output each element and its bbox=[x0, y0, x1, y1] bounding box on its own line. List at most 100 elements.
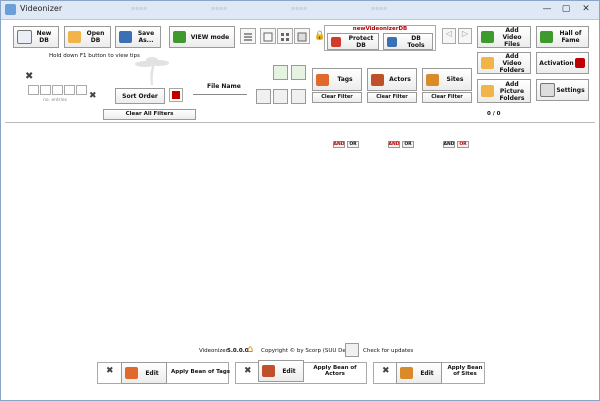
new-db-button[interactable]: New DB bbox=[13, 26, 59, 48]
clear-all-filters-button[interactable]: Clear All Filters bbox=[103, 109, 196, 120]
tags-filter-button[interactable]: Tags bbox=[312, 68, 362, 91]
thumbnail-size-small-button[interactable] bbox=[273, 65, 288, 80]
tips-hint: Hold down F1 button to view tips bbox=[49, 53, 140, 59]
apply-tags-label[interactable]: Apply Bean of Tags bbox=[171, 369, 230, 375]
actor-icon bbox=[371, 73, 384, 86]
tags-bean-close-icon[interactable]: ✖ bbox=[106, 366, 114, 376]
shield-icon bbox=[331, 36, 341, 47]
thumbnail-view-button[interactable] bbox=[294, 28, 310, 44]
edit-icon bbox=[400, 367, 413, 379]
edit-icon bbox=[125, 367, 138, 379]
sites-and-toggle[interactable]: AND bbox=[443, 141, 455, 148]
footer-app-name: Videonizer bbox=[199, 348, 228, 354]
tags-clear-filter-button[interactable]: Clear Filter bbox=[312, 92, 362, 103]
list-view-button[interactable] bbox=[240, 28, 256, 44]
sort-direction-icon bbox=[172, 91, 180, 99]
pager-label: no. entries bbox=[43, 98, 67, 103]
list-top-divider bbox=[5, 122, 595, 123]
edit-actors-bean-button[interactable]: Edit bbox=[258, 360, 304, 382]
db-tools-button[interactable]: DB Tools bbox=[383, 33, 433, 50]
minimize-button[interactable]: — bbox=[538, 2, 556, 17]
picture-icon-button[interactable] bbox=[291, 89, 306, 104]
entry-count: 0 / 0 bbox=[487, 111, 501, 117]
pager-cell[interactable] bbox=[28, 85, 39, 95]
eye-icon bbox=[173, 31, 186, 43]
actors-and-toggle[interactable]: AND bbox=[388, 141, 400, 148]
check-updates-label: Check for updates bbox=[363, 348, 414, 354]
open-db-button[interactable]: Open DB bbox=[64, 26, 111, 48]
site-icon bbox=[426, 73, 439, 86]
pager-cell[interactable] bbox=[40, 85, 51, 95]
actors-bean-close-icon[interactable]: ✖ bbox=[244, 366, 252, 376]
title-bar: Videonizer ▪▪▪▪ ▪▪▪▪ ▪▪▪▪ ▪▪▪▪ — ▢ ✕ bbox=[1, 1, 599, 20]
add-video-folders-button[interactable]: Add Video Folders bbox=[477, 52, 531, 74]
actors-or-toggle[interactable]: OR bbox=[402, 141, 414, 148]
new-file-icon bbox=[17, 30, 32, 44]
edit-sites-bean-button[interactable]: Edit bbox=[396, 362, 442, 384]
sites-clear-filter-button[interactable]: Clear Filter bbox=[422, 92, 472, 103]
background-menu-ghost: ▪▪▪▪ bbox=[131, 5, 148, 12]
maximize-button[interactable]: ▢ bbox=[557, 2, 575, 17]
close-button[interactable]: ✕ bbox=[576, 2, 596, 17]
pager-cell[interactable] bbox=[76, 85, 87, 95]
pager-cell[interactable] bbox=[64, 85, 75, 95]
tools-icon bbox=[387, 36, 397, 47]
footer-version: 5.0.0.0 bbox=[227, 348, 249, 354]
image-icon-button[interactable] bbox=[256, 89, 271, 104]
file-name-input[interactable] bbox=[193, 94, 247, 95]
add-file-icon bbox=[481, 31, 494, 43]
sort-direction-button[interactable] bbox=[169, 88, 183, 102]
activation-button[interactable]: Activation bbox=[536, 52, 589, 74]
apply-actors-label[interactable]: Apply Bean of Actors bbox=[309, 365, 361, 377]
background-menu-ghost: ▪▪▪▪ bbox=[211, 5, 228, 12]
grid-icon bbox=[281, 33, 289, 41]
home-icon[interactable]: ⌂ bbox=[247, 344, 253, 355]
tag-icon bbox=[316, 73, 329, 86]
view-mode-button[interactable]: VIEW mode bbox=[169, 26, 235, 48]
gear-icon bbox=[540, 83, 555, 97]
app-window: Videonizer ▪▪▪▪ ▪▪▪▪ ▪▪▪▪ ▪▪▪▪ — ▢ ✕ New… bbox=[0, 0, 600, 401]
actors-filter-button[interactable]: Actors bbox=[367, 68, 417, 91]
add-picture-folders-button[interactable]: Add Picture Folders bbox=[477, 79, 531, 103]
thumbnail-size-large-button[interactable] bbox=[291, 65, 306, 80]
apply-sites-label[interactable]: Apply Bean of Sites bbox=[447, 365, 483, 379]
sites-or-toggle[interactable]: OR bbox=[457, 141, 469, 148]
check-updates-button[interactable] bbox=[345, 343, 359, 357]
file-name-label: File Name bbox=[207, 83, 241, 90]
save-icon bbox=[119, 31, 132, 43]
background-menu-ghost: ▪▪▪▪ bbox=[291, 5, 308, 12]
save-as-button[interactable]: Save As... bbox=[115, 26, 161, 48]
settings-button[interactable]: Settings bbox=[536, 79, 589, 101]
add-folder-icon bbox=[481, 57, 494, 69]
details-icon bbox=[263, 32, 273, 42]
details-view-button[interactable] bbox=[260, 28, 276, 44]
pager-cell[interactable] bbox=[52, 85, 63, 95]
key-icon bbox=[575, 58, 585, 68]
diamond-icon-button[interactable] bbox=[273, 89, 288, 104]
sort-order-button[interactable]: Sort Order bbox=[115, 88, 165, 104]
list-icon bbox=[244, 33, 252, 41]
background-menu-ghost: ▪▪▪▪ bbox=[371, 5, 388, 12]
actors-clear-filter-button[interactable]: Clear Filter bbox=[367, 92, 417, 103]
tags-or-toggle[interactable]: OR bbox=[347, 141, 359, 148]
sites-bean-close-icon[interactable]: ✖ bbox=[382, 366, 390, 376]
next-arrow-icon[interactable]: ▷ bbox=[458, 28, 472, 44]
tags-and-toggle[interactable]: AND bbox=[333, 141, 345, 148]
grid-view-button[interactable] bbox=[277, 28, 293, 44]
trophy-icon bbox=[540, 31, 553, 43]
close-small-icon[interactable]: ✖ bbox=[25, 71, 33, 82]
palm-logo-icon bbox=[135, 57, 169, 85]
db-name: newVideonizerDB bbox=[352, 26, 408, 32]
sites-filter-button[interactable]: Sites bbox=[422, 68, 472, 91]
thumbnail-icon bbox=[297, 32, 307, 42]
prev-arrow-icon[interactable]: ◁ bbox=[442, 28, 456, 44]
window-title: Videonizer bbox=[20, 4, 63, 13]
edit-icon bbox=[262, 365, 275, 377]
hall-of-fame-button[interactable]: Hall of Fame bbox=[536, 26, 589, 48]
clear-pager-icon[interactable]: ✖ bbox=[89, 91, 97, 101]
picture-folder-icon bbox=[481, 85, 494, 97]
edit-tags-bean-button[interactable]: Edit bbox=[121, 362, 167, 384]
protect-db-button[interactable]: Protect DB bbox=[327, 33, 379, 50]
folder-icon bbox=[68, 31, 81, 43]
add-video-files-button[interactable]: Add Video Files bbox=[477, 26, 531, 48]
